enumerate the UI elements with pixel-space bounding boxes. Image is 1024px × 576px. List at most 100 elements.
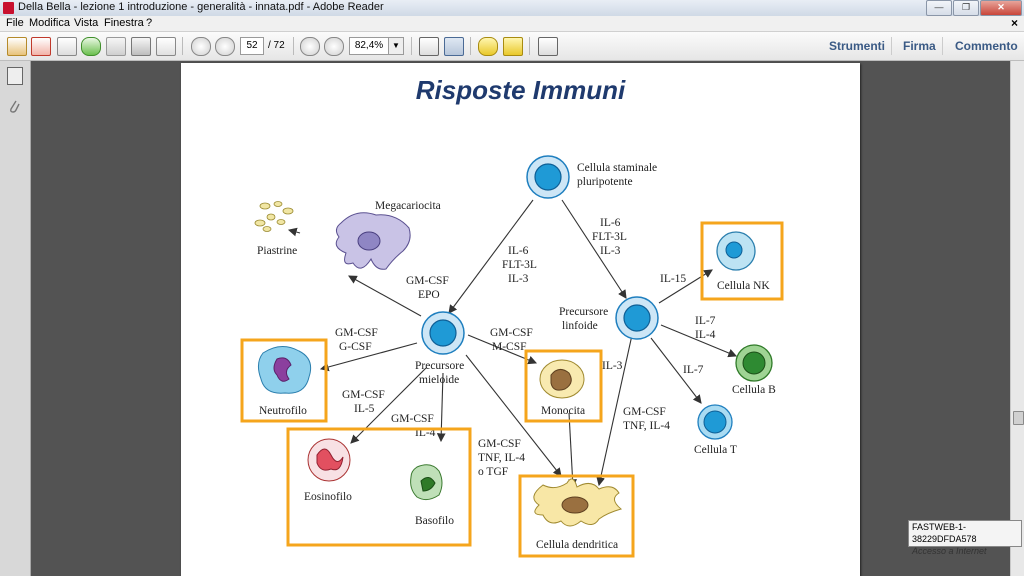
label-monocita: Monocita (541, 405, 585, 417)
label-nk: Cellula NK (717, 280, 770, 292)
label-piastrine: Piastrine (257, 245, 297, 257)
previous-page-icon[interactable] (191, 37, 211, 56)
stem-cell (526, 155, 570, 199)
factor-label: IL-4 (695, 329, 716, 341)
menu-modifica[interactable]: Modifica (29, 17, 70, 29)
window-title: Della Bella - lezione 1 introduzione - g… (18, 1, 384, 13)
window-controls: — ❐ ✕ (926, 0, 1022, 16)
factor-label: o TGF (478, 466, 508, 478)
zoom-level-input[interactable]: 82,4% (349, 37, 389, 55)
edit-icon[interactable] (57, 37, 77, 56)
toolbar-separator (411, 37, 412, 55)
toolbar-separator (293, 37, 294, 55)
factor-label: IL-3 (508, 273, 529, 285)
label-basofilo: Basofilo (415, 515, 454, 527)
neutrophil (257, 346, 312, 394)
toolbar-separator (470, 37, 471, 55)
eosinophil (307, 438, 351, 482)
toolbar-separator (891, 37, 892, 55)
factor-label: IL-5 (354, 403, 375, 415)
adobe-reader-icon (3, 2, 14, 14)
label-precursore-mieloide-2: mieloide (419, 374, 459, 386)
menu-help[interactable]: ? (146, 17, 152, 29)
minimize-button[interactable]: — (926, 0, 952, 16)
navigation-panel (0, 61, 31, 576)
label-cellula-b: Cellula B (732, 384, 776, 396)
monocyte (539, 359, 585, 399)
save-icon[interactable] (106, 37, 126, 56)
zoom-out-icon[interactable] (300, 37, 320, 56)
pdf-page: Risposte Immuni Cellula staminale plurip… (181, 63, 860, 576)
fit-width-icon[interactable] (419, 37, 439, 56)
fullscreen-icon[interactable] (538, 37, 558, 56)
factor-label: M-CSF (492, 341, 527, 353)
highlight-icon[interactable] (503, 37, 523, 56)
factor-label: IL-7 (695, 315, 716, 327)
page-number-input[interactable]: 52 (240, 37, 264, 55)
label-eosinofilo: Eosinofilo (304, 491, 352, 503)
factor-label: IL-3 (600, 245, 621, 257)
label-dendritica: Cellula dendritica (536, 539, 618, 551)
lymphoid-precursor (615, 296, 659, 340)
zoom-in-icon[interactable] (324, 37, 344, 56)
factor-label: IL-6 (600, 217, 621, 229)
factor-label: FLT-3L (592, 231, 627, 243)
email-icon[interactable] (156, 37, 176, 56)
print-icon[interactable] (131, 37, 151, 56)
platelets (254, 201, 294, 232)
factor-label: G-CSF (339, 341, 372, 353)
b-cell (735, 344, 773, 382)
label-staminale-1: Cellula staminale (577, 162, 657, 174)
toolbar-separator (529, 37, 530, 55)
factor-label: IL-6 (508, 245, 529, 257)
label-staminale-2: pluripotente (577, 176, 633, 188)
hematopoiesis-diagram: Cellula staminale pluripotente Megacario… (240, 155, 784, 558)
menu-vista[interactable]: Vista (74, 17, 98, 29)
combine-pdf-icon[interactable] (31, 37, 51, 56)
megakaryocyte (335, 212, 411, 270)
restore-button[interactable]: ❐ (953, 0, 979, 16)
myeloid-precursor (421, 311, 465, 355)
menu-file[interactable]: File (6, 17, 24, 29)
create-pdf-icon[interactable] (7, 37, 27, 56)
next-page-icon[interactable] (215, 37, 235, 56)
label-cellula-t: Cellula T (694, 444, 737, 456)
label-neutrofilo: Neutrofilo (259, 405, 307, 417)
toolbar-separator (942, 37, 943, 55)
network-tooltip: FASTWEB-1-38229DFDA578 Accesso a Interne… (908, 520, 1022, 556)
toolbar-separator (182, 37, 183, 55)
factor-label: FLT-3L (502, 259, 537, 271)
factor-label: GM-CSF (406, 275, 449, 287)
label-megacariocita: Megacariocita (375, 200, 441, 212)
menu-finestra[interactable]: Finestra (104, 17, 144, 29)
zoom-dropdown-icon[interactable]: ▼ (388, 37, 404, 55)
title-bar: Della Bella - lezione 1 introduzione - g… (0, 0, 1024, 17)
factor-label: GM-CSF (623, 406, 666, 418)
vertical-scrollbar[interactable] (1010, 61, 1024, 576)
factor-label: EPO (418, 289, 440, 301)
menu-bar: File Modifica Vista Finestra ? × (0, 16, 1024, 32)
comment-icon[interactable] (478, 37, 498, 56)
factor-label: GM-CSF (478, 438, 521, 450)
close-button[interactable]: ✕ (980, 0, 1022, 16)
t-cell (697, 404, 733, 440)
commento-button[interactable]: Commento (955, 39, 1018, 53)
firma-button[interactable]: Firma (903, 39, 936, 53)
factor-label: IL-7 (683, 364, 704, 376)
page-total: / 72 (268, 40, 285, 51)
factor-label: GM-CSF (490, 327, 533, 339)
factor-label: GM-CSF (391, 413, 434, 425)
upload-cloud-icon[interactable] (81, 37, 101, 56)
strumenti-button[interactable]: Strumenti (829, 39, 885, 53)
page-thumbnails-icon[interactable] (7, 67, 23, 85)
document-close-icon[interactable]: × (1011, 16, 1018, 30)
tooltip-network-status: Accesso a Internet (912, 546, 987, 556)
fit-page-icon[interactable] (444, 37, 464, 56)
attachments-icon[interactable] (7, 99, 21, 115)
label-precursore-linfoide-1: Precursore (559, 306, 608, 318)
scrollbar-thumb[interactable] (1013, 411, 1024, 425)
factor-label: GM-CSF (335, 327, 378, 339)
factor-label: IL-3 (602, 360, 623, 372)
tooltip-network-name: FASTWEB-1-38229DFDA578 (912, 522, 977, 544)
label-precursore-mieloide-1: Precursore (415, 360, 464, 372)
